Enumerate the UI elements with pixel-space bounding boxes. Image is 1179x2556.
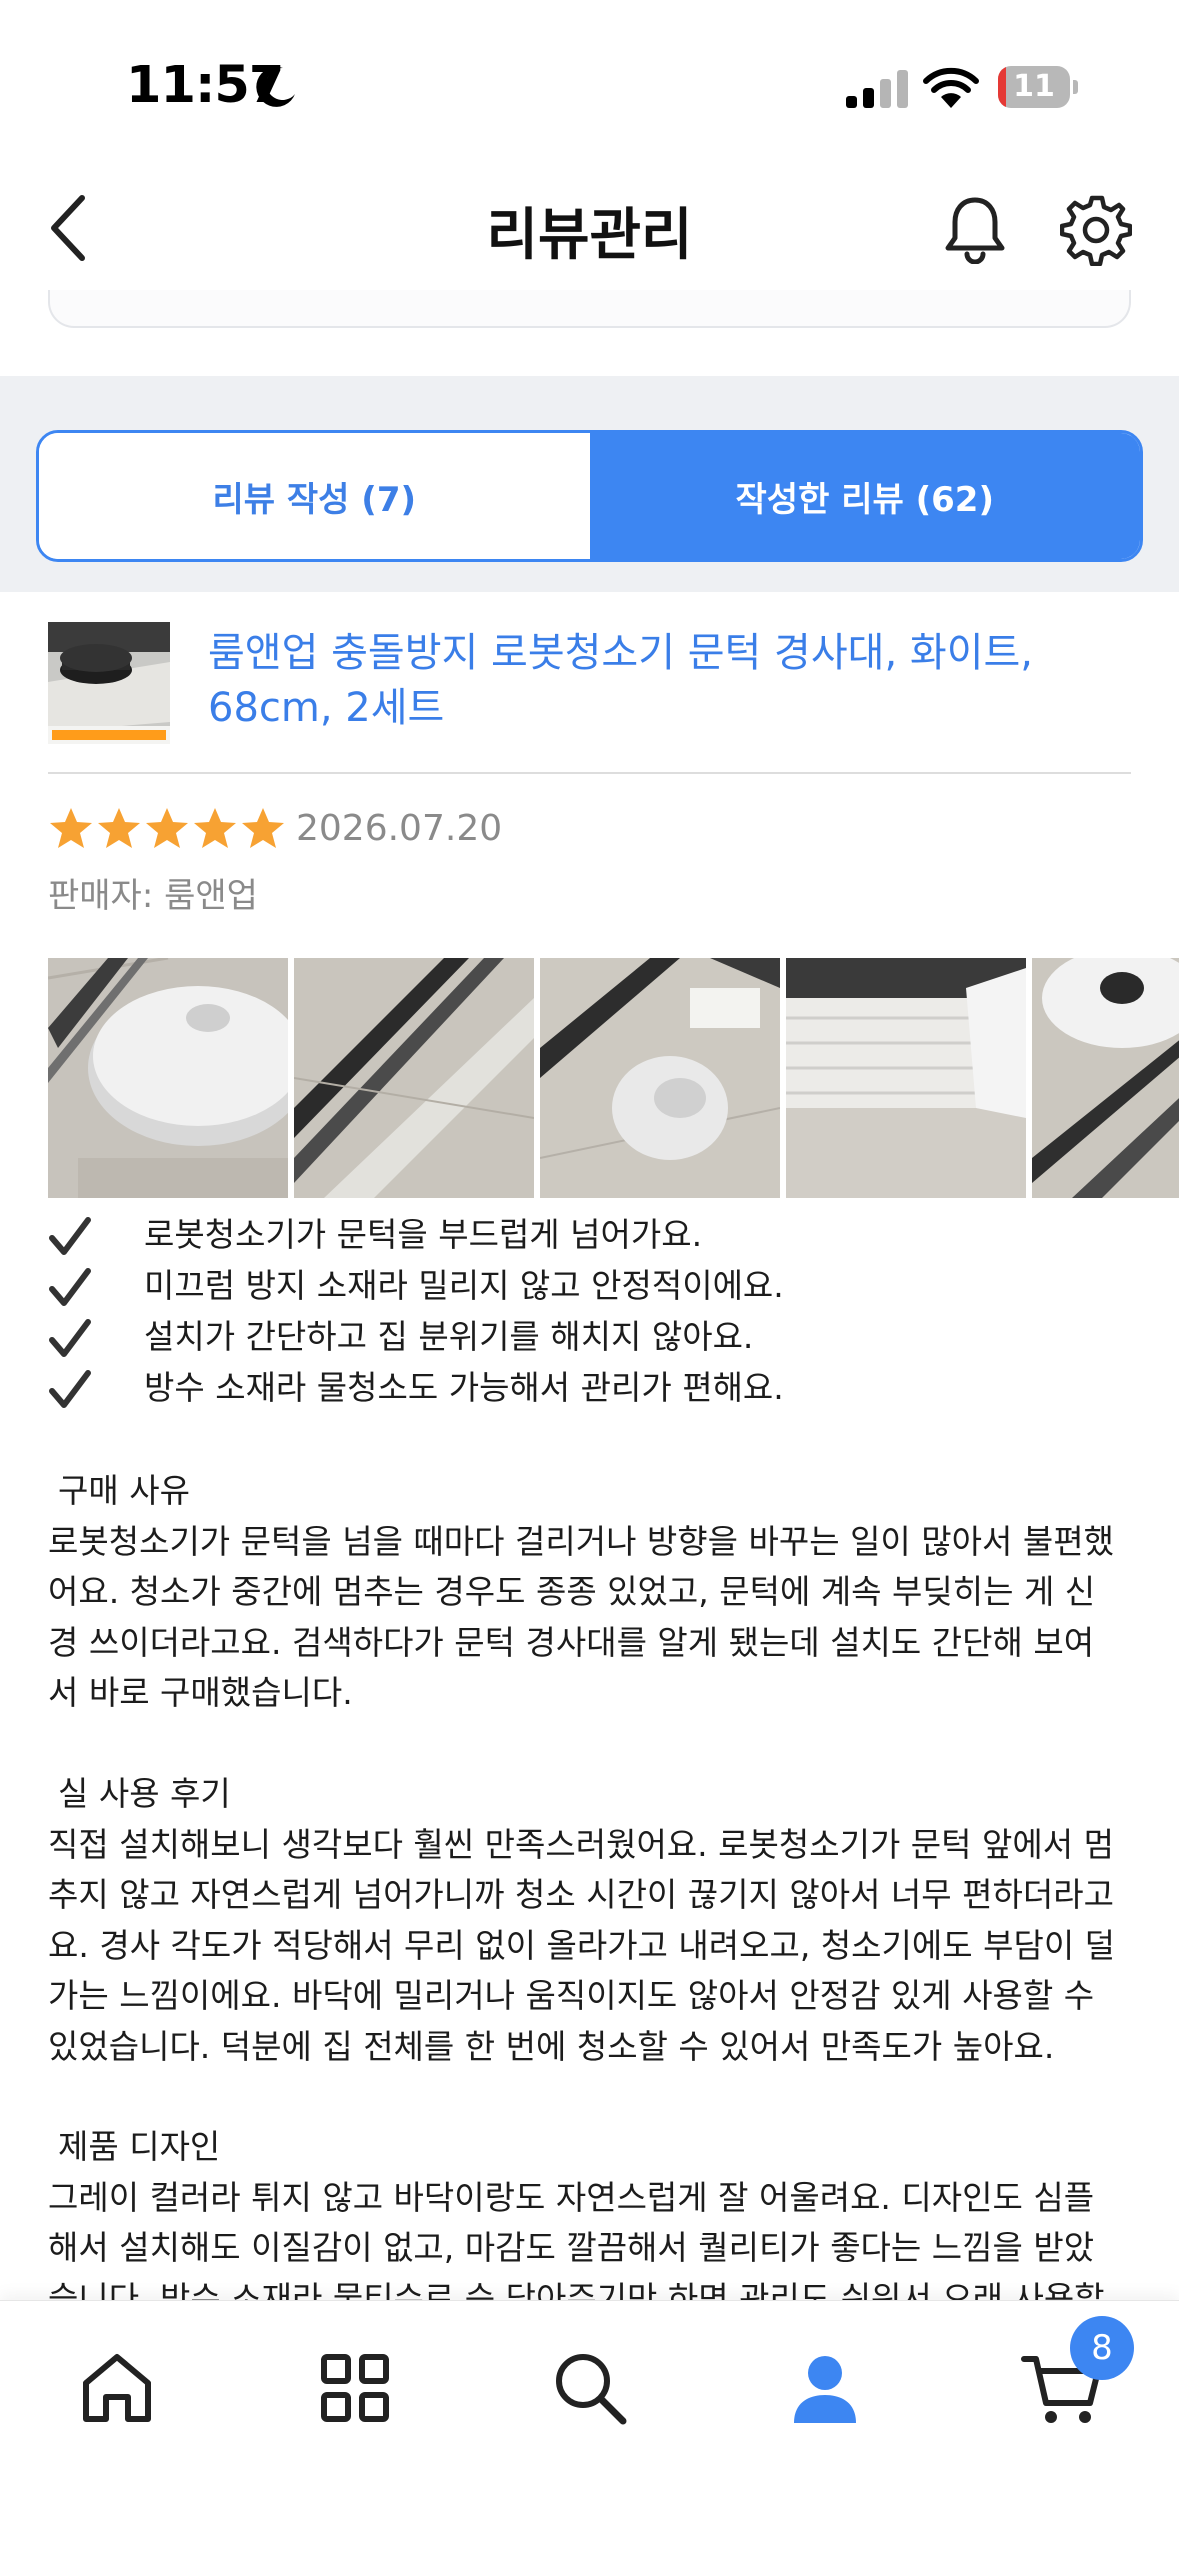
star-icon	[50, 808, 92, 848]
checklist-text: 방수 소재라 물청소도 가능해서 관리가 편해요.	[144, 1368, 784, 1407]
review-line: 있었습니다. 덕분에 집 전체를 한 번에 청소할 수 있어서 만족도가 높아요…	[48, 2026, 1055, 2066]
grid-icon[interactable]	[310, 2343, 400, 2433]
rating-stars	[48, 806, 286, 856]
wifi-icon	[923, 67, 979, 108]
review-line: 경 쓰이더라고요. 검색하다가 문턱 경사대를 알게 됐는데 설치도 간단해 보…	[48, 1622, 1095, 1662]
checklist-text: 로봇청소기가 문턱을 부드럽게 넘어가요.	[144, 1215, 703, 1254]
checklist-item: 방수 소재라 물청소도 가능해서 관리가 편해요.	[48, 1363, 1148, 1414]
checklist-item: 로봇청소기가 문턱을 부드럽게 넘어가요.	[48, 1210, 1148, 1261]
review-line: 로봇청소기가 문턱을 넘을 때마다 걸리거나 방향을 바꾸는 일이 많아서 불편…	[48, 1521, 1114, 1561]
header: 리뷰관리	[0, 150, 1179, 300]
moon-icon	[256, 66, 295, 107]
search-icon[interactable]	[545, 2343, 635, 2433]
review-date: 2026.07.20	[296, 808, 503, 849]
review-photo[interactable]	[540, 958, 780, 1198]
review-line: 서 바로 구매했습니다.	[48, 1673, 353, 1712]
checklist-text: 설치가 간단하고 집 분위기를 해치지 않아요.	[144, 1317, 754, 1356]
star-icon	[194, 808, 236, 848]
signal-icon	[846, 70, 908, 108]
star-icon	[98, 808, 140, 848]
bell-icon[interactable]	[940, 194, 1010, 264]
review-section-usage: 실 사용 후기 직접 설치해보니 생각보다 훨씬 만족스러웠어요. 로봇청소기가…	[48, 1769, 1138, 2072]
product-thumbnail[interactable]	[48, 622, 170, 744]
star-icon	[146, 808, 188, 848]
section-heading: 구매 사유	[58, 1471, 190, 1510]
bottom-nav	[0, 2300, 1179, 2556]
review-tabs: 리뷰 작성 (7) 작성한 리뷰 (62)	[36, 430, 1143, 562]
tab-written-reviews[interactable]: 작성한 리뷰 (62)	[589, 433, 1140, 559]
battery-level-text: 11	[1013, 69, 1055, 104]
cart-badge: 8	[1070, 2316, 1134, 2380]
review-line: 요. 경사 각도가 적당해서 무리 없이 올라가고 내려오고, 청소기에도 부담…	[48, 1925, 1116, 1965]
review-line: 어요. 청소가 중간에 멈추는 경우도 종종 있었고, 문턱에 계속 부딪히는 …	[48, 1572, 1096, 1611]
user-icon[interactable]	[780, 2343, 870, 2433]
divider	[48, 772, 1131, 774]
check-icon	[49, 1217, 91, 1255]
section-heading: 제품 디자인	[58, 2127, 221, 2166]
review-line: 그레이 컬러라 튀지 않고 바닥이랑도 자연스럽게 잘 어울려요. 디자인도 심…	[48, 2177, 1095, 2217]
battery-icon: 11	[998, 66, 1078, 108]
review-photo[interactable]	[1032, 958, 1179, 1198]
review-photo[interactable]	[294, 958, 534, 1198]
review-line: 추지 않고 자연스럽게 넘어가니까 청소 시간이 끊기지 않아서 너무 편하더라…	[48, 1875, 1114, 1914]
checklist-item: 설치가 간단하고 집 분위기를 해치지 않아요.	[48, 1312, 1148, 1363]
review-checklist: 로봇청소기가 문턱을 부드럽게 넘어가요. 미끄럼 방지 소재라 밀리지 않고 …	[48, 1210, 1148, 1414]
check-icon	[49, 1370, 91, 1408]
seller-name: 판매자: 룸앤업	[48, 876, 258, 916]
check-icon	[49, 1268, 91, 1306]
section-heading: 실 사용 후기	[58, 1774, 231, 1813]
tab-write-review[interactable]: 리뷰 작성 (7)	[39, 433, 590, 559]
review-line: 가는 느낌이에요. 바닥에 밀리거나 움직이지도 않아서 안정감 있게 사용할 …	[48, 1976, 1095, 2015]
status-bar: 11:57 11	[0, 0, 1179, 150]
review-photos	[48, 958, 1179, 1198]
review-section-design: 제품 디자인 그레이 컬러라 튀지 않고 바닥이랑도 자연스럽게 잘 어울려요.…	[48, 2122, 1138, 2324]
product-title[interactable]: 룸앤업 충돌방지 로봇청소기 문턱 경사대, 화이트, 68cm, 2세트	[208, 626, 1108, 736]
review-line: 직접 설치해보니 생각보다 훨씬 만족스러웠어요. 로봇청소기가 문턱 앞에서 …	[48, 1824, 1114, 1864]
checklist-text: 미끄럼 방지 소재라 밀리지 않고 안정적이에요.	[144, 1266, 784, 1305]
previous-card-edge	[48, 290, 1131, 328]
check-icon	[49, 1319, 91, 1357]
gear-icon[interactable]	[1060, 194, 1132, 266]
home-icon[interactable]	[72, 2343, 162, 2433]
review-section-purchase-reason: 구매 사유 로봇청소기가 문턱을 넘을 때마다 걸리거나 방향을 바꾸는 일이 …	[48, 1466, 1138, 1719]
star-icon	[242, 808, 284, 848]
checklist-item: 미끄럼 방지 소재라 밀리지 않고 안정적이에요.	[48, 1261, 1148, 1312]
review-line: 해서 설치해도 이질감이 없고, 마감도 깔끔해서 퀄리티가 좋다는 느낌을 받…	[48, 2228, 1095, 2267]
review-photo[interactable]	[48, 958, 288, 1198]
review-photo[interactable]	[786, 958, 1026, 1198]
